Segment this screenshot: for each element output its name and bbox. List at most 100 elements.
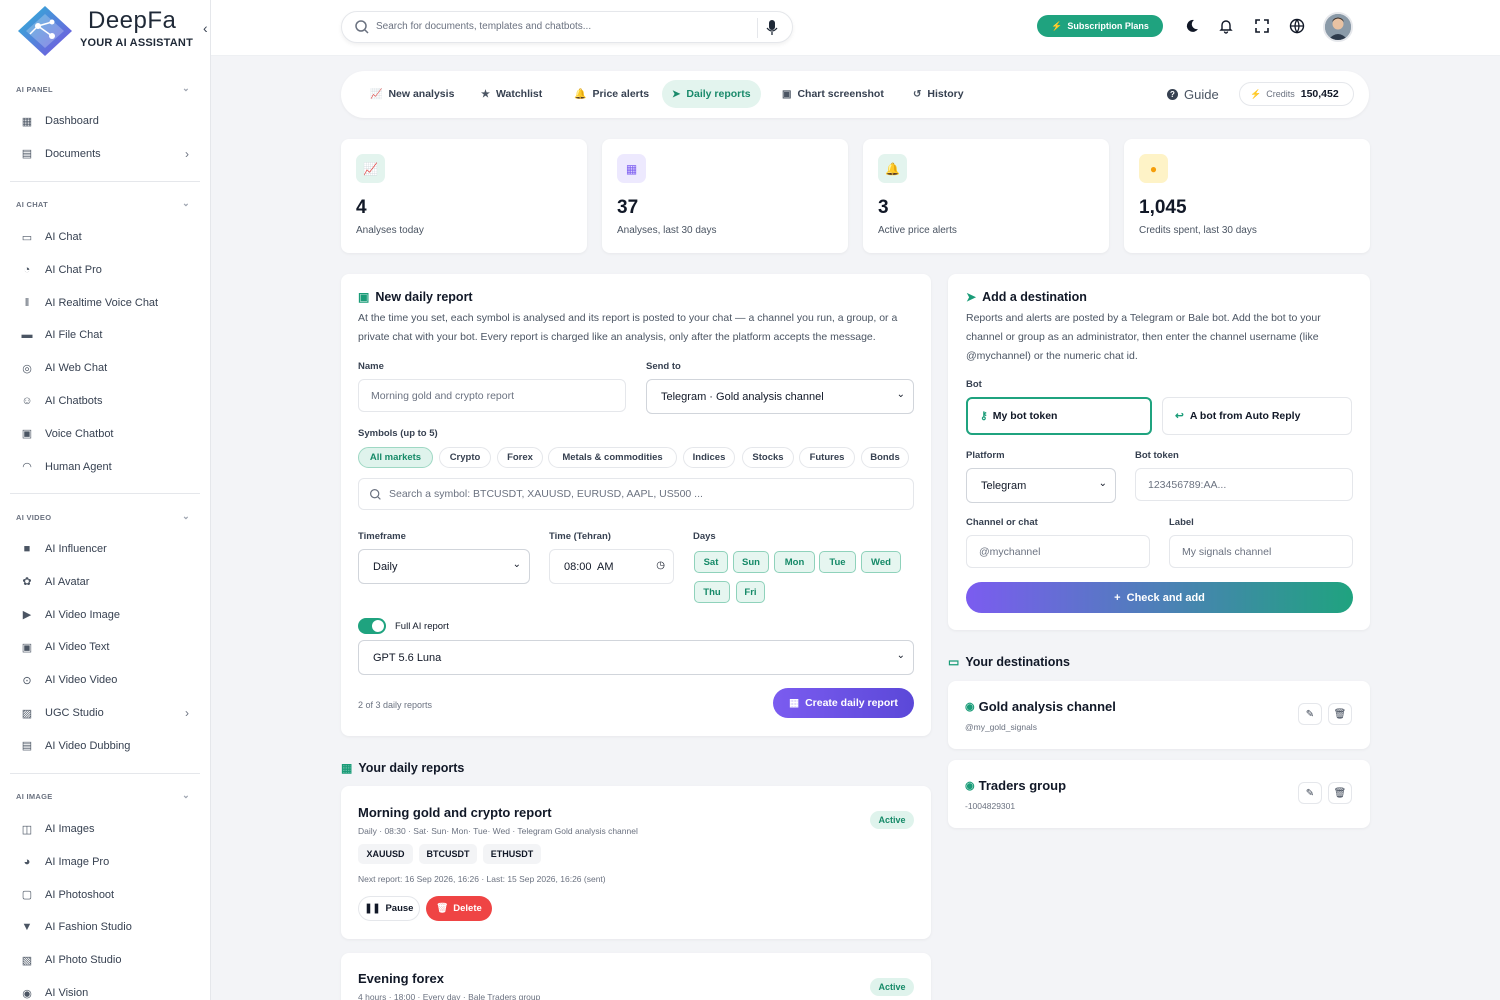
sidebar-item-ai-fashion-studio[interactable]: ▼ AI Fashion Studio	[20, 916, 195, 938]
market-filter-chip[interactable]: Crypto	[439, 447, 491, 468]
tab-history[interactable]: ↺ History	[903, 80, 974, 108]
subscription-plans-button[interactable]: ⚡ Subscription Plans	[1037, 15, 1163, 37]
market-filter-chip[interactable]: Futures	[799, 447, 855, 468]
sidebar-item-human-agent[interactable]: ◠ Human Agent	[20, 456, 195, 478]
sidebar-item-label: AI Video Dubbing	[45, 739, 131, 752]
day-toggle[interactable]: Fri	[736, 581, 765, 603]
sidebar-item-ai-web-chat[interactable]: ◎ AI Web Chat	[20, 357, 195, 379]
brand-tagline: YOUR AI ASSISTANT	[80, 37, 193, 49]
market-filter-chip[interactable]: Bonds	[861, 447, 909, 468]
delete-button[interactable]: 🗑	[1328, 703, 1352, 725]
fullscreen-icon[interactable]	[1254, 18, 1270, 34]
sidebar-item-ai-video-video[interactable]: ⊙ AI Video Video	[20, 669, 195, 691]
search-input[interactable]: Search for documents, templates and chat…	[341, 11, 793, 43]
sidebar-item-ai-influencer[interactable]: ■ AI Influencer	[20, 538, 195, 560]
tab-daily-reports[interactable]: ➤ Daily reports	[662, 80, 761, 108]
sidebar-item-ai-vision[interactable]: ◉ AI Vision	[20, 982, 195, 1000]
sidebar-item-label: AI Photo Studio	[45, 954, 122, 967]
platform-select[interactable]: Telegram ⌄	[966, 468, 1116, 503]
create-daily-report-button[interactable]: ▦ Create daily report	[773, 688, 914, 718]
notification-bell-icon[interactable]	[1218, 18, 1234, 34]
sidebar-item-label: AI Video Video	[45, 674, 118, 687]
sidebar-item-documents[interactable]: ▤ Documents ›	[20, 143, 195, 165]
day-toggle[interactable]: Mon	[774, 551, 815, 573]
symbols-label: Symbols (up to 5)	[358, 428, 438, 439]
guide-link[interactable]: ? Guide	[1167, 87, 1219, 102]
logo[interactable]: DeepFa YOUR AI ASSISTANT	[16, 4, 196, 60]
sidebar-item-label: AI Chatbots	[45, 395, 103, 407]
sidebar-item-ai-video-image[interactable]: ▶ AI Video Image	[20, 604, 195, 626]
language-globe-icon[interactable]	[1289, 18, 1305, 34]
bot-option-auto-reply[interactable]: ↩ A bot from Auto Reply	[1162, 397, 1352, 435]
send-icon: ➤	[966, 290, 977, 304]
stat-value: 37	[617, 197, 639, 218]
day-toggle[interactable]: Sun	[733, 551, 769, 573]
pencil-icon: ✎	[1305, 787, 1315, 799]
sidebar-section-header[interactable]: AI IMAGE ⌄	[16, 790, 194, 806]
edit-button[interactable]: ✎	[1298, 703, 1322, 725]
full-report-toggle[interactable]	[358, 618, 386, 634]
sidebar-item-ai-realtime-voice-chat[interactable]: ‖ AI Realtime Voice Chat	[20, 292, 195, 314]
sidebar-item-ai-avatar[interactable]: ✿ AI Avatar	[20, 571, 195, 593]
market-filter-chip[interactable]: All markets	[358, 447, 433, 468]
report-name: Evening forex	[358, 971, 444, 986]
sidebar-item-ai-images[interactable]: ◫ AI Images	[20, 818, 195, 840]
sidebar-section-header[interactable]: AI VIDEO ⌄	[16, 511, 194, 527]
report-name-input[interactable]: Morning gold and crypto report	[358, 379, 626, 412]
bell-icon: 🔔	[574, 88, 587, 100]
section-title: AI VIDEO	[16, 513, 52, 522]
check-and-add-button[interactable]: + Check and add	[966, 582, 1353, 613]
sidebar-section-header[interactable]: AI PANEL ⌄	[16, 83, 194, 99]
sidebar-item-voice-chatbot[interactable]: ▣ Voice Chatbot	[20, 423, 195, 445]
logo-icon	[18, 6, 72, 56]
edit-button[interactable]: ✎	[1298, 782, 1322, 804]
day-toggle[interactable]: Thu	[694, 581, 730, 603]
timeframe-select[interactable]: Daily ⌄	[358, 549, 530, 584]
sidebar-item-ai-chatbots[interactable]: ☺ AI Chatbots	[20, 390, 195, 412]
time-input[interactable]: 08:00 AM ◷	[549, 549, 674, 584]
day-toggle[interactable]: Tue	[819, 551, 856, 573]
chat-icon: ▭	[21, 231, 33, 244]
symbol-search-input[interactable]: Search a symbol: BTCUSDT, XAUUSD, EURUSD…	[358, 478, 914, 510]
sidebar-item-ai-photoshoot[interactable]: ▢ AI Photoshoot	[20, 884, 195, 906]
user-avatar[interactable]	[1323, 12, 1353, 42]
section-title: AI CHAT	[16, 200, 48, 209]
market-filter-chip[interactable]: Indices	[683, 447, 735, 468]
sidebar-section-header[interactable]: AI CHAT ⌄	[16, 198, 194, 214]
day-toggle[interactable]: Wed	[861, 551, 901, 573]
sidebar-item-dashboard[interactable]: ▦ Dashboard	[20, 110, 195, 132]
market-filter-chip[interactable]: Metals & commodities	[548, 447, 677, 468]
tab-price-alerts[interactable]: 🔔 Price alerts	[564, 80, 659, 108]
channel-input[interactable]: @mychannel	[966, 535, 1150, 568]
tab-chart-screenshot[interactable]: ▣ Chart screenshot	[772, 80, 894, 108]
sidebar-collapse-icon[interactable]: ‹	[203, 20, 208, 36]
pause-button[interactable]: ❚❚ Pause	[358, 896, 420, 921]
model-select[interactable]: GPT 5.6 Luna ⌄	[358, 640, 914, 675]
bot-option-token[interactable]: ⚷ My bot token	[966, 397, 1152, 435]
sidebar-item-ugc-studio[interactable]: ▨ UGC Studio ›	[20, 702, 195, 724]
bot-token-input[interactable]: 123456789:AA...	[1135, 468, 1353, 501]
sidebar-item-ai-image-pro[interactable]: ◕ AI Image Pro	[20, 851, 195, 873]
sidebar-item-ai-chat-pro[interactable]: ◔ AI Chat Pro	[20, 259, 195, 281]
sidebar-item-ai-video-text[interactable]: ▣ AI Video Text	[20, 636, 195, 658]
sidebar-item-ai-photo-studio[interactable]: ▧ AI Photo Studio	[20, 949, 195, 971]
dark-mode-icon[interactable]	[1184, 18, 1200, 34]
reply-icon: ↩	[1175, 410, 1184, 422]
tab-new-analysis[interactable]: 📈 New analysis	[360, 80, 464, 108]
send-to-select[interactable]: Telegram · Gold analysis channel ⌄	[646, 379, 914, 414]
market-filter-chip[interactable]: Forex	[497, 447, 543, 468]
chevron-down-icon: ⌄	[896, 389, 905, 400]
group-chat-icon: ◉	[965, 780, 975, 792]
market-filter-chip[interactable]: Stocks	[742, 447, 794, 468]
label-input[interactable]: My signals channel	[1169, 535, 1353, 568]
new-report-title: ▣ New daily report	[358, 290, 473, 304]
delete-button[interactable]: 🗑	[1328, 782, 1352, 804]
sidebar-item-ai-file-chat[interactable]: ▬ AI File Chat	[20, 324, 195, 346]
tab-watchlist[interactable]: ★ Watchlist	[471, 80, 552, 108]
status-badge: Active	[870, 978, 914, 996]
delete-button[interactable]: 🗑 Delete	[426, 896, 492, 921]
microphone-icon[interactable]	[766, 20, 778, 36]
sidebar-item-ai-chat[interactable]: ▭ AI Chat	[20, 226, 195, 248]
sidebar-item-ai-video-dubbing[interactable]: ▤ AI Video Dubbing	[20, 735, 195, 757]
day-toggle[interactable]: Sat	[694, 551, 728, 573]
